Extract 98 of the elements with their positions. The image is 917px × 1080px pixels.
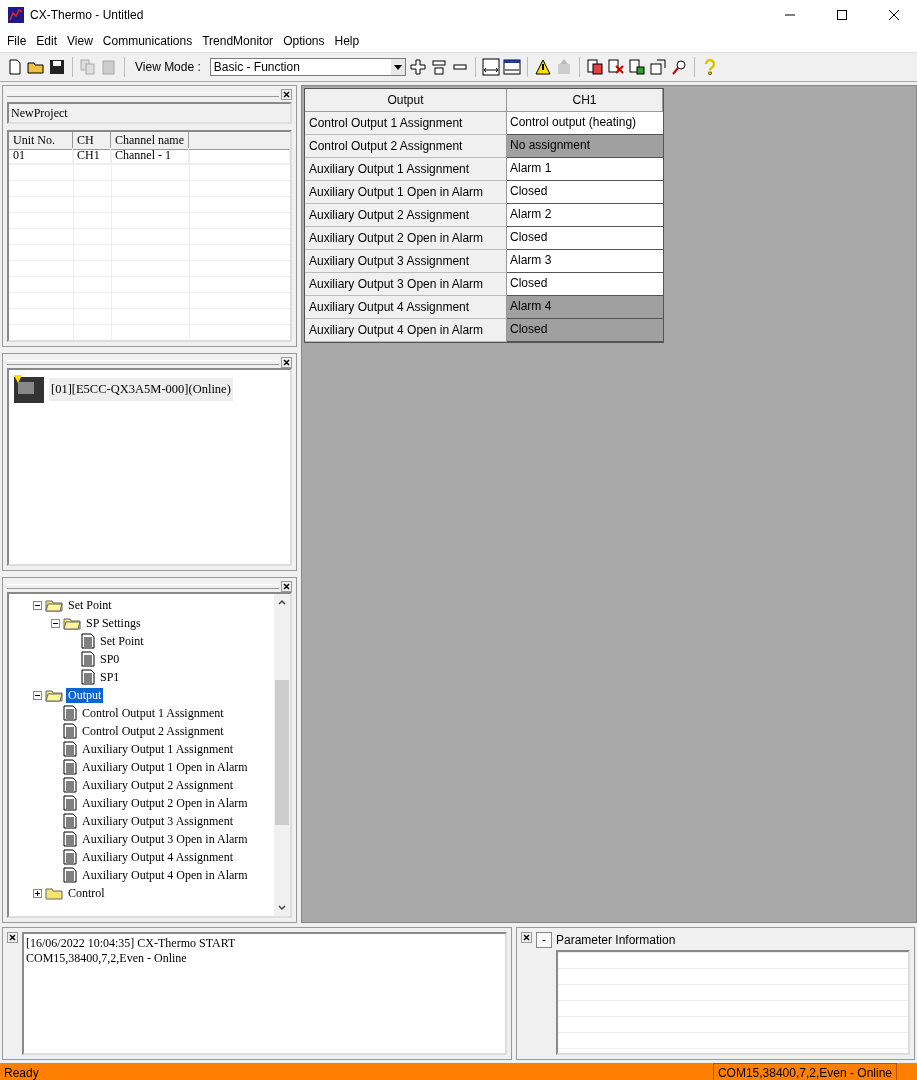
menu-item[interactable]: TrendMonitor — [197, 34, 279, 48]
close-icon[interactable] — [281, 88, 292, 100]
menu-item[interactable]: Communications — [97, 34, 198, 48]
menu-item[interactable]: Options — [278, 34, 330, 48]
tree-item[interactable]: Control Output 2 Assignment — [80, 723, 226, 739]
tree-item[interactable]: SP Settings — [84, 615, 143, 631]
document-icon — [63, 723, 77, 739]
parameter-label: Control Output 1 Assignment — [305, 112, 507, 135]
plus-icon[interactable] — [33, 888, 42, 898]
parameter-label: Auxiliary Output 4 Assignment — [305, 296, 507, 319]
document-icon — [63, 867, 77, 883]
app-logo-icon — [8, 7, 24, 23]
parameter-value-cell: Alarm 4 — [507, 296, 663, 319]
tree-item[interactable]: Control — [66, 885, 107, 901]
document-icon — [63, 705, 77, 721]
folder-icon — [45, 886, 63, 900]
document-icon — [63, 741, 77, 757]
column-width-icon[interactable] — [481, 58, 500, 76]
parameter-label: Control Output 2 Assignment — [305, 135, 507, 158]
parameter-label: Auxiliary Output 1 Assignment — [305, 158, 507, 181]
document-icon — [81, 669, 95, 685]
view-mode-label: View Mode : — [135, 60, 201, 74]
tree-item[interactable]: Auxiliary Output 3 Open in Alarm — [80, 831, 250, 847]
close-icon[interactable] — [281, 580, 292, 592]
tree-item[interactable]: Output — [66, 687, 104, 703]
parameter-value-cell: No assignment — [507, 135, 663, 158]
tree-item[interactable]: Auxiliary Output 3 Assignment — [80, 813, 235, 829]
menu-item[interactable]: View — [62, 34, 98, 48]
close-icon[interactable] — [889, 10, 899, 20]
close-icon[interactable] — [281, 356, 292, 368]
new-file-icon[interactable] — [6, 58, 24, 76]
table-cell: 01 — [9, 148, 73, 164]
menu-item[interactable]: Edit — [31, 34, 63, 48]
controller-device-icon — [13, 374, 45, 404]
document-icon — [63, 813, 77, 829]
parameter-label: Auxiliary Output 3 Assignment — [305, 250, 507, 273]
window-title: CX-Thermo - Untitled — [30, 8, 145, 22]
tree-item[interactable]: Auxiliary Output 2 Assignment — [80, 777, 235, 793]
tree-item[interactable]: Auxiliary Output 4 Assignment — [80, 849, 235, 865]
column-header[interactable]: Unit No. — [9, 132, 73, 150]
insert-row-icon[interactable] — [429, 58, 448, 76]
minus-icon[interactable] — [51, 618, 60, 628]
parameter-label: Auxiliary Output 2 Assignment — [305, 204, 507, 227]
tree-item[interactable]: Auxiliary Output 1 Open in Alarm — [80, 759, 250, 775]
minus-icon[interactable] — [33, 690, 42, 700]
folder-icon — [63, 616, 81, 630]
status-text: Ready — [4, 1066, 39, 1080]
folder-icon — [45, 688, 63, 702]
parameter-label: Auxiliary Output 4 Open in Alarm — [305, 319, 507, 342]
tree-item[interactable]: Auxiliary Output 1 Assignment — [80, 741, 235, 757]
document-cross-icon[interactable] — [606, 58, 625, 76]
tree-item[interactable]: SP1 — [98, 669, 122, 685]
export-icon[interactable] — [648, 58, 667, 76]
plus-icon[interactable] — [408, 58, 427, 76]
document-icon — [63, 849, 77, 865]
document-icon — [63, 795, 77, 811]
project-name-field[interactable]: NewProject — [7, 102, 292, 124]
compare-icon[interactable] — [585, 58, 604, 76]
parameter-label: Auxiliary Output 3 Open in Alarm — [305, 273, 507, 296]
search-icon[interactable] — [669, 58, 688, 76]
parameter-value-cell: Closed — [507, 319, 663, 342]
tree-item[interactable]: Set Point — [66, 597, 114, 613]
menu-item[interactable]: File — [2, 34, 32, 48]
parameter-label: Auxiliary Output 2 Open in Alarm — [305, 227, 507, 250]
minus-icon[interactable] — [33, 600, 42, 610]
document-icon — [81, 651, 95, 667]
parameter-label: Auxiliary Output 1 Open in Alarm — [305, 181, 507, 204]
table-width-icon[interactable] — [502, 58, 521, 76]
tree-item[interactable]: Control Output 1 Assignment — [80, 705, 226, 721]
section-title: Parameter Information — [556, 933, 676, 947]
table-cell: CH1 — [73, 148, 111, 164]
connection-status: COM15,38400,7,2,Even - Online — [712, 1063, 897, 1080]
log-output: [16/06/2022 10:04:35] CX-Thermo START COM15,38400,7,2,Even - Online — [22, 932, 507, 1055]
collapse-toggle[interactable]: - — [536, 932, 552, 948]
document-icon — [63, 831, 77, 847]
close-icon[interactable] — [7, 932, 18, 943]
column-header: Output — [305, 89, 507, 112]
maximize-icon[interactable] — [837, 10, 847, 20]
folder-icon — [45, 598, 63, 612]
tree-item[interactable]: Auxiliary Output 4 Open in Alarm — [80, 867, 250, 883]
document-icon — [63, 759, 77, 775]
tree-item[interactable]: SP0 — [98, 651, 122, 667]
column-header: CH1 — [507, 89, 663, 112]
menu-item[interactable]: Help — [329, 34, 365, 48]
scrollbar[interactable] — [274, 594, 290, 916]
warning-icon[interactable] — [533, 58, 552, 76]
save-icon[interactable] — [48, 58, 66, 76]
tree-item[interactable]: Set Point — [98, 633, 146, 649]
document-icon — [63, 777, 77, 793]
column-header[interactable]: Channel name — [111, 132, 189, 150]
column-header[interactable]: CH — [73, 132, 111, 150]
close-icon[interactable] — [521, 932, 532, 943]
document-check-icon[interactable] — [627, 58, 646, 76]
table-cell: Channel - 1 — [111, 148, 189, 164]
device-item[interactable]: [01][E5CC-QX3A5M-000](Online) — [49, 377, 233, 401]
document-icon — [81, 633, 95, 649]
tree-item[interactable]: Auxiliary Output 2 Open in Alarm — [80, 795, 250, 811]
view-mode-dropdown[interactable]: Basic - Function — [209, 58, 406, 76]
